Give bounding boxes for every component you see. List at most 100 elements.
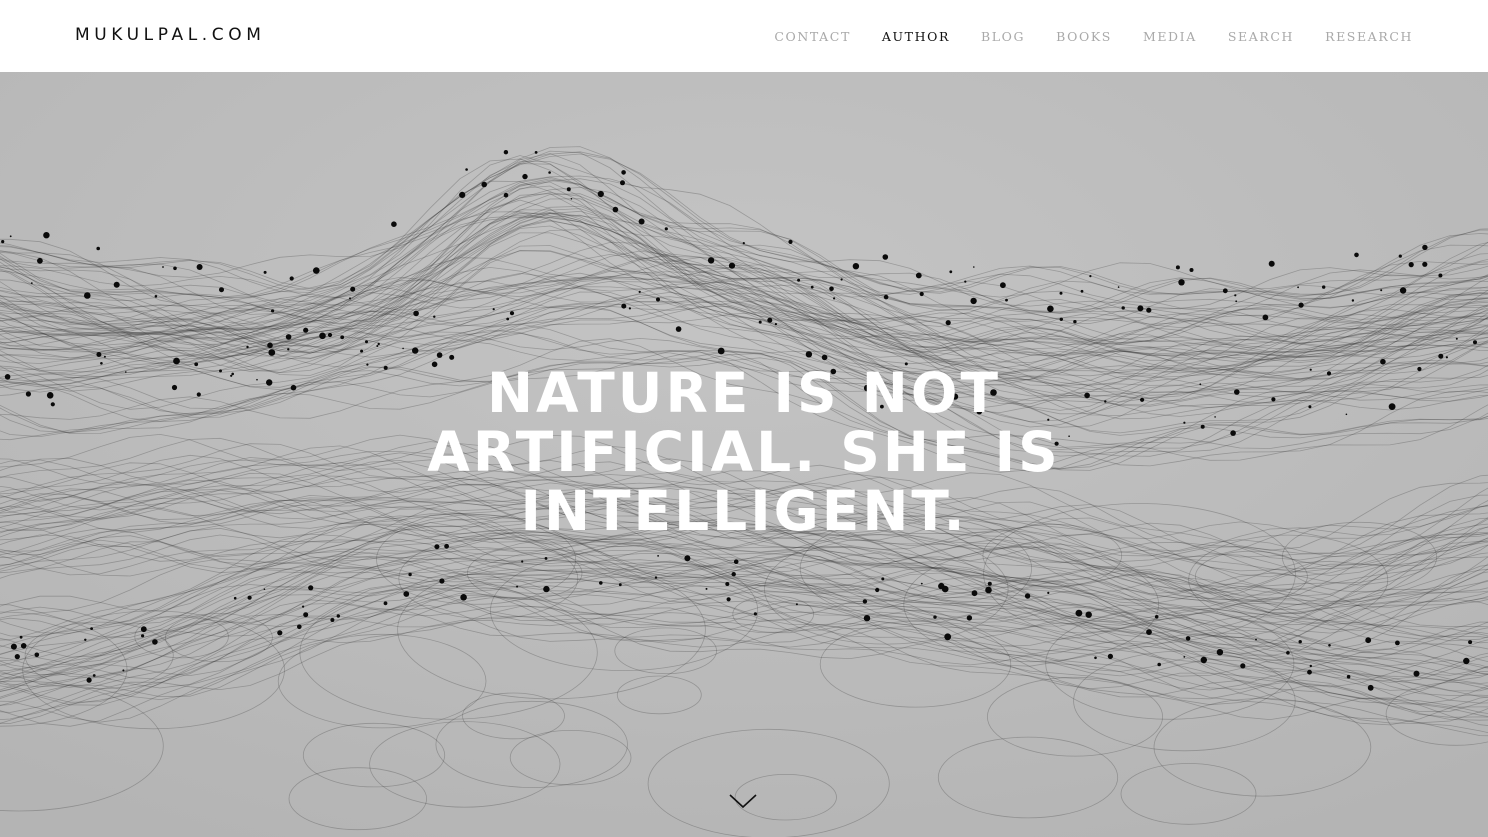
particle-dot bbox=[196, 392, 201, 397]
particle-dot bbox=[1085, 611, 1092, 618]
particle-dot bbox=[287, 348, 290, 351]
particle-dot bbox=[810, 285, 814, 289]
particle-dot bbox=[327, 332, 333, 338]
particle-dot bbox=[1146, 629, 1152, 635]
particle-dot bbox=[100, 362, 103, 365]
particle-dot bbox=[767, 317, 773, 323]
particle-dot bbox=[1268, 260, 1275, 267]
particle-dot bbox=[788, 239, 793, 244]
particle-dot bbox=[267, 342, 273, 349]
particle-dot bbox=[1380, 358, 1386, 365]
particle-dot bbox=[103, 355, 106, 358]
particle-dot bbox=[290, 384, 297, 391]
particle-dot bbox=[43, 232, 50, 239]
particle-dot bbox=[412, 347, 419, 354]
particle-dot bbox=[96, 246, 100, 251]
particle-dot bbox=[597, 190, 604, 198]
particle-dot bbox=[503, 150, 509, 155]
particle-dot bbox=[1297, 286, 1299, 289]
particle-dot bbox=[684, 555, 691, 562]
particle-dot bbox=[731, 572, 736, 577]
particle-dot bbox=[882, 254, 889, 260]
nav-item-author[interactable]: AUTHOR bbox=[882, 29, 950, 44]
nav-item-blog[interactable]: BLOG bbox=[981, 29, 1025, 44]
particle-dot bbox=[10, 643, 17, 650]
particle-dot bbox=[1438, 353, 1444, 359]
particle-dot bbox=[92, 674, 96, 677]
nav-item-media[interactable]: MEDIA bbox=[1143, 29, 1197, 44]
particle-dot bbox=[285, 334, 292, 340]
particle-dot bbox=[434, 544, 440, 550]
particle-dot bbox=[733, 559, 739, 564]
particle-dot bbox=[247, 595, 252, 600]
particle-dot bbox=[1455, 337, 1458, 340]
particle-dot bbox=[534, 151, 538, 154]
particle-dot bbox=[1422, 261, 1428, 267]
particle-dot bbox=[509, 311, 515, 316]
particle-dot bbox=[795, 603, 798, 606]
particle-dot bbox=[728, 262, 736, 269]
particle-dot bbox=[460, 594, 467, 601]
particle-dot bbox=[433, 315, 436, 318]
particle-dot bbox=[219, 287, 224, 293]
particle-dot bbox=[1468, 640, 1473, 645]
particle-dot bbox=[1398, 254, 1402, 258]
particle-dot bbox=[1047, 305, 1054, 313]
particle-dot bbox=[9, 235, 12, 238]
particle-dot bbox=[621, 170, 626, 175]
particle-dot bbox=[19, 635, 23, 639]
particle-dot bbox=[1298, 302, 1304, 308]
particle-dot bbox=[821, 354, 828, 361]
particle-dot bbox=[612, 206, 619, 213]
particle-dot bbox=[277, 630, 283, 636]
site-logo[interactable]: MUKULPAL.COM bbox=[75, 25, 266, 45]
particle-dot bbox=[268, 349, 276, 356]
nav-item-books[interactable]: BOOKS bbox=[1056, 29, 1112, 44]
particle-dot bbox=[1000, 282, 1006, 289]
particle-dot bbox=[449, 354, 455, 360]
particle-dot bbox=[863, 615, 871, 622]
particle-dot bbox=[1185, 636, 1191, 641]
particle-dot bbox=[742, 242, 745, 245]
particle-dot bbox=[657, 555, 659, 557]
nav-item-search[interactable]: SEARCH bbox=[1228, 29, 1294, 44]
particle-dot bbox=[829, 286, 834, 292]
particle-dot bbox=[140, 626, 147, 633]
particle-dot bbox=[403, 591, 410, 597]
nav-item-contact[interactable]: CONTACT bbox=[774, 29, 851, 44]
particle-dot bbox=[717, 347, 725, 355]
particle-dot bbox=[1399, 287, 1407, 294]
particle-dot bbox=[1328, 644, 1331, 647]
particle-dot bbox=[1104, 400, 1107, 403]
particle-dot bbox=[1367, 684, 1374, 691]
particle-dot bbox=[125, 371, 127, 373]
particle-dot bbox=[465, 168, 468, 171]
particle-dot bbox=[707, 257, 715, 264]
nav-item-research[interactable]: RESEARCH bbox=[1325, 29, 1413, 44]
particle-dot bbox=[725, 582, 730, 586]
particle-dot bbox=[1309, 368, 1312, 371]
particle-dot bbox=[366, 363, 369, 366]
particle-dot bbox=[84, 638, 87, 641]
particle-dot bbox=[638, 290, 641, 293]
particle-dot bbox=[521, 560, 524, 563]
particle-dot bbox=[1413, 670, 1420, 677]
particle-dot bbox=[1445, 356, 1448, 359]
particle-dot bbox=[506, 317, 510, 321]
particle-dot bbox=[1200, 424, 1205, 429]
particle-dot bbox=[1408, 262, 1414, 268]
particle-dot bbox=[664, 227, 668, 231]
particle-dot bbox=[1117, 286, 1120, 288]
particle-dot bbox=[966, 615, 973, 621]
particle-dot bbox=[319, 332, 326, 340]
particle-dot bbox=[654, 576, 658, 579]
particle-dot bbox=[84, 292, 91, 299]
chevron-down-icon[interactable] bbox=[728, 792, 758, 810]
particle-dot bbox=[1473, 340, 1477, 345]
particle-dot bbox=[1380, 289, 1383, 292]
particle-dot bbox=[444, 543, 449, 549]
particle-dot bbox=[1094, 656, 1097, 660]
particle-dot bbox=[1322, 285, 1326, 289]
particle-dot bbox=[171, 384, 178, 391]
hero-headline: NATURE IS NOT ARTIFICIAL. SHE IS INTELLI… bbox=[427, 361, 1061, 543]
